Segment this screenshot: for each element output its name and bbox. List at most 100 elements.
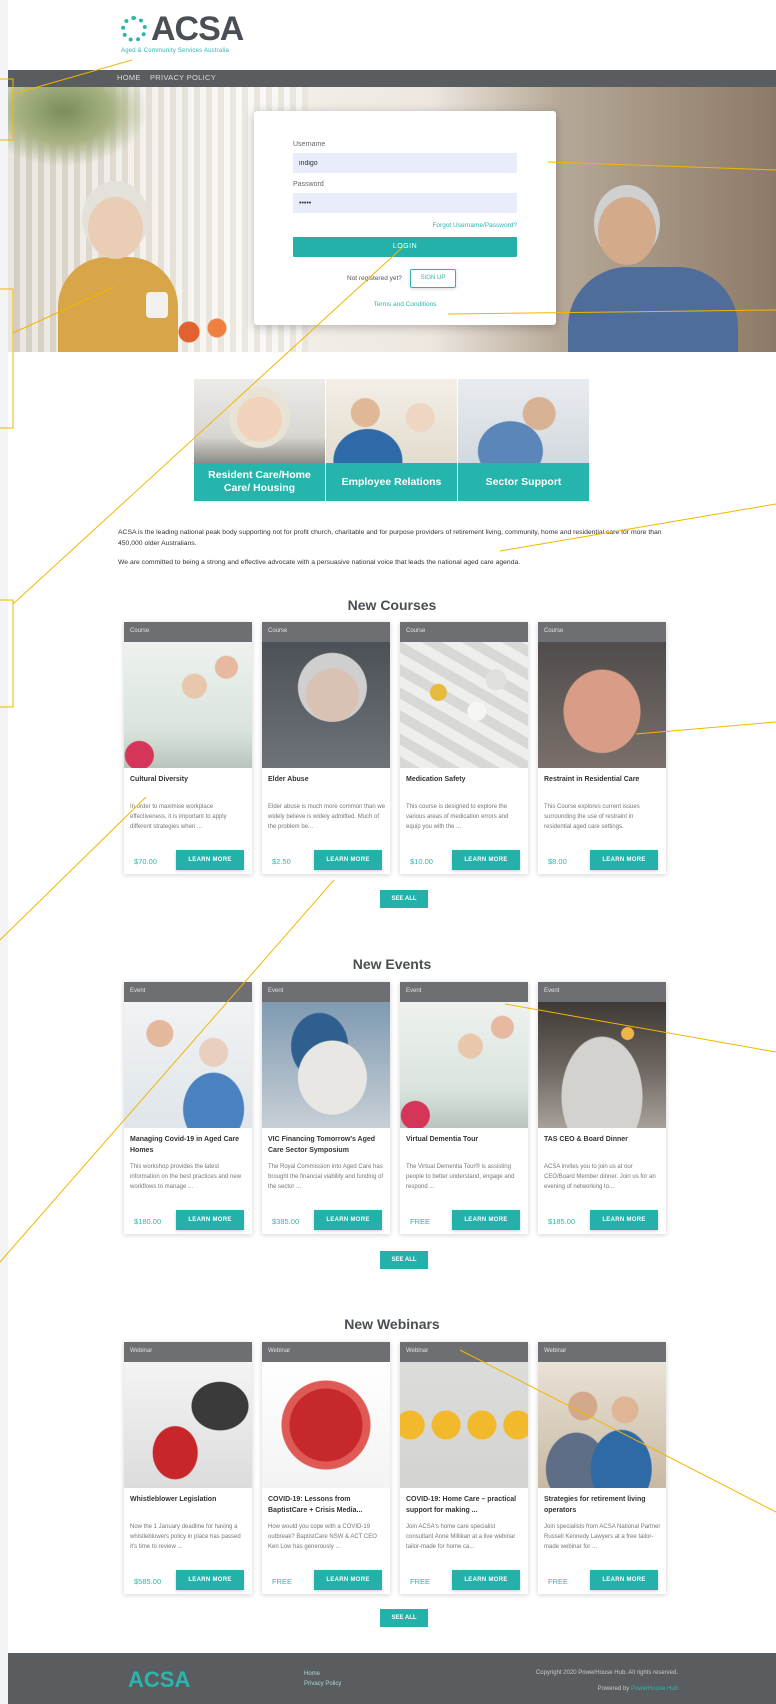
card-type-label: Course — [544, 628, 564, 634]
card-type-band: Course — [262, 622, 390, 642]
card-price: $70.00 — [134, 857, 157, 866]
card-title[interactable]: Strategies for retirement living operato… — [544, 1494, 662, 1516]
card-price: FREE — [272, 1577, 293, 1586]
card-title[interactable]: VIC Financing Tomorrow's Aged Care Secto… — [268, 1134, 386, 1156]
course-card[interactable]: Course Cultural Diversity In order to ma… — [124, 622, 252, 874]
card-title[interactable]: Virtual Dementia Tour — [406, 1134, 524, 1145]
webinar-card-photo — [262, 1362, 390, 1488]
hero-plant — [8, 87, 148, 167]
card-type-label: Course — [268, 628, 288, 634]
learn-more-button[interactable]: LEARN MORE — [452, 850, 520, 870]
hero-woman-photo — [48, 197, 178, 352]
card-title[interactable]: Restraint in Residential Care — [544, 774, 662, 785]
category-sector-support[interactable]: Sector Support — [458, 379, 589, 501]
nav-home[interactable]: HOME — [117, 73, 141, 82]
card-title[interactable]: Managing Covid-19 in Aged Care Homes — [130, 1134, 248, 1156]
learn-more-button[interactable]: LEARN MORE — [590, 850, 658, 870]
learn-more-button[interactable]: LEARN MORE — [176, 850, 244, 870]
event-card[interactable]: Event Managing Covid-19 in Aged Care Hom… — [124, 982, 252, 1234]
card-type-band: Event — [538, 982, 666, 1002]
site-logo[interactable]: ACSA — [121, 12, 244, 46]
course-card-photo — [538, 642, 666, 768]
courses-section-title: New Courses — [347, 597, 437, 613]
course-card[interactable]: Course Restraint in Residential Care Thi… — [538, 622, 666, 874]
course-card-photo — [124, 642, 252, 768]
card-type-band: Course — [124, 622, 252, 642]
nav-privacy-policy[interactable]: PRIVACY POLICY — [150, 73, 216, 82]
learn-more-button[interactable]: LEARN MORE — [314, 1210, 382, 1230]
intro-paragraph-1: ACSA is the leading national peak body s… — [118, 529, 662, 547]
card-type-label: Event — [268, 988, 284, 994]
card-title[interactable]: TAS CEO & Board Dinner — [544, 1134, 662, 1145]
card-title[interactable]: Elder Abuse — [268, 774, 386, 785]
event-card[interactable]: Event VIC Financing Tomorrow's Aged Care… — [262, 982, 390, 1234]
learn-more-button[interactable]: LEARN MORE — [176, 1570, 244, 1590]
password-field[interactable] — [293, 193, 517, 213]
learn-more-button[interactable]: LEARN MORE — [176, 1210, 244, 1230]
card-price: $180.00 — [134, 1217, 162, 1226]
hero-flowers — [168, 312, 238, 352]
card-title[interactable]: Medication Safety — [406, 774, 524, 785]
card-description: ACSA invites you to join us at our CEO/B… — [544, 1164, 656, 1190]
category-resident-care-label: Resident Care/Home Care/ Housing — [194, 463, 325, 501]
top-nav: HOME PRIVACY POLICY — [8, 70, 776, 87]
not-registered-text: Not registered yet? — [347, 275, 402, 282]
logo-gear-icon — [121, 16, 147, 42]
username-field[interactable] — [293, 153, 517, 173]
learn-more-button[interactable]: LEARN MORE — [590, 1570, 658, 1590]
username-label: Username — [293, 141, 326, 148]
card-type-band: Webinar — [262, 1342, 390, 1362]
webinar-card[interactable]: Webinar COVID-19: Home Care – practical … — [400, 1342, 528, 1594]
course-card[interactable]: Course Medication Safety This course is … — [400, 622, 528, 874]
login-button[interactable]: LOGIN — [293, 237, 517, 257]
powered-by-text: Powered by PowerHouse Hub — [598, 1686, 678, 1692]
webinar-card-photo — [124, 1362, 252, 1488]
copyright-text: Copyright 2020 PowerHouse Hub. All right… — [535, 1670, 678, 1676]
courses-see-all-button[interactable]: SEE ALL — [380, 890, 428, 908]
learn-more-button[interactable]: LEARN MORE — [590, 1210, 658, 1230]
card-description: This course is designed to explore the v… — [406, 804, 509, 830]
card-description: Join specialists from ACSA National Part… — [544, 1524, 661, 1550]
card-title[interactable]: Cultural Diversity — [130, 774, 248, 785]
card-title[interactable]: COVID-19: Home Care – practical support … — [406, 1494, 524, 1516]
footer-logo[interactable]: ACSA — [128, 1667, 190, 1693]
category-resident-care[interactable]: Resident Care/Home Care/ Housing — [194, 379, 325, 501]
card-price: $2.50 — [272, 857, 291, 866]
card-price: $185.00 — [548, 1217, 576, 1226]
event-card[interactable]: Event Virtual Dementia Tour The Virtual … — [400, 982, 528, 1234]
signup-button[interactable]: SIGN UP — [410, 269, 456, 288]
category-employee-relations-label: Employee Relations — [326, 463, 457, 501]
footer-link-privacy[interactable]: Privacy Policy — [304, 1681, 341, 1687]
webinar-card[interactable]: Webinar Strategies for retirement living… — [538, 1342, 666, 1594]
event-card-photo — [400, 1002, 528, 1128]
card-title[interactable]: COVID-19: Lessons from BaptistCare + Cri… — [268, 1494, 386, 1516]
webinar-card[interactable]: Webinar COVID-19: Lessons from BaptistCa… — [262, 1342, 390, 1594]
learn-more-button[interactable]: LEARN MORE — [452, 1210, 520, 1230]
forgot-password-link[interactable]: Forgot Username/Password? — [432, 222, 517, 229]
card-type-band: Webinar — [124, 1342, 252, 1362]
course-card-photo — [400, 642, 528, 768]
category-employee-relations[interactable]: Employee Relations — [326, 379, 457, 501]
card-description: The Virtual Dementia Tour® is assisting … — [406, 1164, 515, 1190]
logo-subtext: Aged & Community Services Australia — [121, 48, 230, 54]
learn-more-button[interactable]: LEARN MORE — [452, 1570, 520, 1590]
course-card[interactable]: Course Elder Abuse Elder abuse is much m… — [262, 622, 390, 874]
powered-by-prefix: Powered by — [597, 1686, 630, 1692]
card-type-label: Event — [406, 988, 422, 994]
powered-by-link[interactable]: PowerHouse Hub — [631, 1686, 678, 1692]
webinar-card-photo — [400, 1362, 528, 1488]
card-description: Elder abuse is much more common than we … — [268, 804, 386, 830]
category-employee-relations-photo — [326, 379, 457, 475]
webinars-see-all-button[interactable]: SEE ALL — [380, 1609, 428, 1627]
events-see-all-button[interactable]: SEE ALL — [380, 1251, 428, 1269]
card-title[interactable]: Whistleblower Legislation — [130, 1494, 248, 1505]
webinar-card[interactable]: Webinar Whistleblower Legislation Now th… — [124, 1342, 252, 1594]
learn-more-button[interactable]: LEARN MORE — [314, 850, 382, 870]
card-description: Join ACSA's home care specialist consult… — [406, 1524, 516, 1550]
learn-more-button[interactable]: LEARN MORE — [314, 1570, 382, 1590]
terms-link[interactable]: Terms and Conditions — [254, 301, 556, 308]
card-price: FREE — [410, 1577, 431, 1586]
footer-link-home[interactable]: Home — [304, 1671, 320, 1677]
event-card[interactable]: Event TAS CEO & Board Dinner ACSA invite… — [538, 982, 666, 1234]
card-type-label: Webinar — [130, 1348, 153, 1354]
